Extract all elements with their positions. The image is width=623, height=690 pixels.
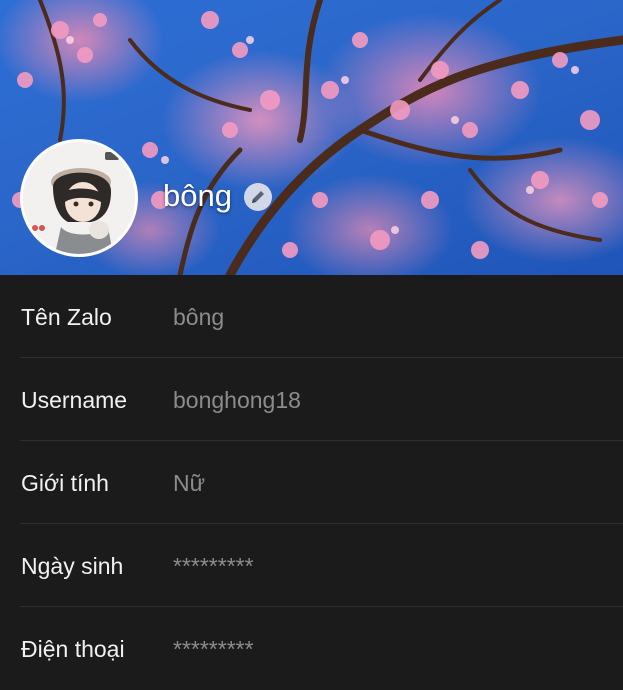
profile-display-name: bông (163, 178, 232, 213)
info-label: Giới tính (21, 470, 109, 496)
info-label: Username (21, 387, 128, 413)
info-row-phone: Điện thoại ********* (20, 607, 623, 690)
info-value: Nữ (173, 470, 206, 496)
info-value: ********* (173, 636, 254, 662)
personal-info-list: Tên Zalo bông Username bonghong18 Giới t… (0, 275, 623, 690)
edit-name-button[interactable] (244, 183, 272, 211)
anime-avatar-image (23, 142, 135, 254)
info-row-username: Username bonghong18 (20, 358, 623, 441)
info-value: ********* (173, 553, 254, 579)
info-row-gender: Giới tính Nữ (20, 441, 623, 524)
info-label: Tên Zalo (21, 304, 112, 330)
info-label: Điện thoại (21, 636, 125, 662)
avatar[interactable] (20, 139, 138, 257)
info-row-zalo-name: Tên Zalo bông (20, 275, 623, 358)
info-row-birthday: Ngày sinh ********* (20, 524, 623, 607)
pencil-icon (252, 191, 264, 203)
info-label: Ngày sinh (21, 553, 124, 579)
info-value: bonghong18 (173, 387, 301, 413)
info-value: bông (173, 304, 225, 330)
